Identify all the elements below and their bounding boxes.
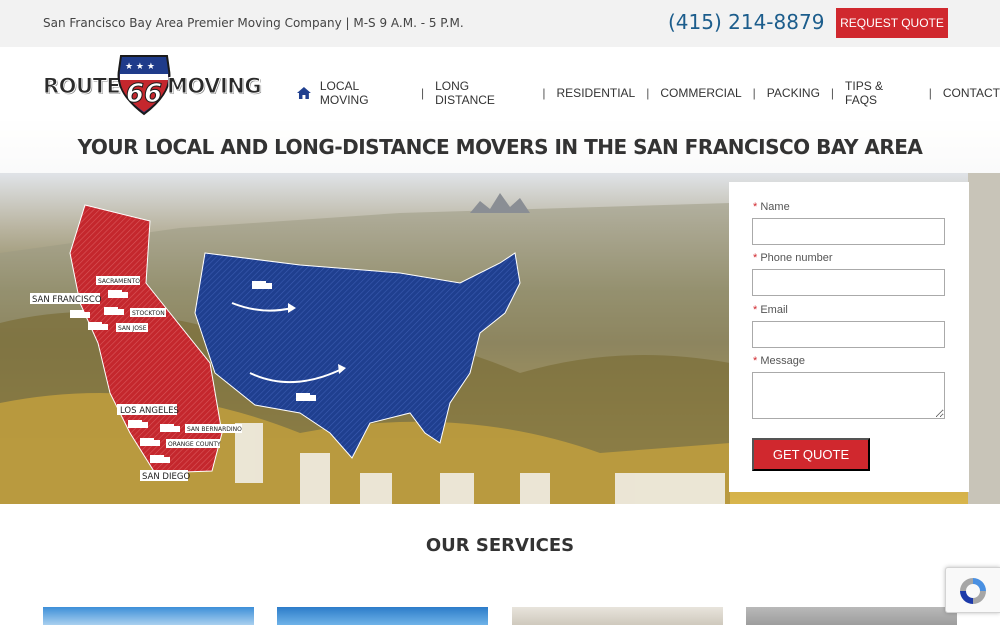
nav-separator: |: [542, 86, 546, 100]
nav-separator: |: [928, 86, 932, 100]
map-label-san-bernardino: SAN BERNARDINO: [187, 426, 242, 433]
message-field[interactable]: [752, 372, 945, 419]
required-marker: *: [753, 355, 758, 367]
city-skyline: [470, 193, 530, 213]
request-quote-button[interactable]: REQUEST QUOTE: [836, 8, 948, 38]
phone-number-link[interactable]: (415) 214-8879: [668, 10, 824, 34]
route-66-moving-logo[interactable]: ROUTE ★ ★ ★ 66 MOVING: [42, 52, 262, 116]
route-66-shield-icon: ★ ★ ★ 66: [117, 55, 171, 116]
required-marker: *: [753, 304, 758, 316]
service-card-image[interactable]: [277, 607, 488, 625]
svg-text:★ ★ ★: ★ ★ ★: [125, 62, 155, 72]
logo-text-right: MOVING: [166, 74, 262, 99]
phone-field[interactable]: [752, 269, 945, 296]
company-tagline: San Francisco Bay Area Premier Moving Co…: [43, 16, 464, 30]
quote-form: * Name * Phone number * Email * Message …: [729, 182, 969, 492]
phone-label: * Phone number: [753, 252, 833, 264]
home-icon[interactable]: [297, 87, 311, 99]
nav-tips-faqs[interactable]: TIPS & FAQS: [845, 79, 918, 107]
message-label: * Message: [753, 355, 805, 367]
recaptcha-badge[interactable]: [945, 567, 1000, 613]
service-card-image[interactable]: [512, 607, 723, 625]
map-label-orange-county: ORANGE COUNTY: [168, 441, 221, 448]
main-navigation: LOCAL MOVING | LONG DISTANCE | RESIDENTI…: [297, 79, 1000, 107]
nav-separator: |: [421, 86, 425, 100]
recaptcha-icon: [960, 578, 986, 604]
phone-label-text: Phone number: [760, 252, 833, 264]
email-label: * Email: [753, 304, 788, 316]
map-label-los-angeles: LOS ANGELES: [120, 406, 179, 416]
nav-separator: |: [830, 86, 835, 100]
name-field[interactable]: [752, 218, 945, 245]
nav-separator: |: [646, 86, 650, 100]
nav-contact[interactable]: CONTACT: [943, 86, 1000, 100]
email-label-text: Email: [760, 304, 788, 316]
service-card-image[interactable]: [746, 607, 957, 625]
hero-title: YOUR LOCAL AND LONG-DISTANCE MOVERS IN T…: [77, 135, 923, 159]
nav-long-distance[interactable]: LONG DISTANCE: [435, 79, 531, 107]
get-quote-button[interactable]: GET QUOTE: [752, 438, 870, 471]
nav-packing[interactable]: PACKING: [767, 86, 820, 100]
map-label-san-diego: SAN DIEGO: [142, 472, 190, 482]
nav-separator: |: [752, 86, 756, 100]
map-label-san-francisco: SAN FRANCISCO: [32, 295, 102, 305]
map-label-stockton: STOCKTON: [132, 310, 165, 317]
map-label-sacramento: SACRAMENTO: [98, 278, 140, 285]
required-marker: *: [753, 201, 758, 213]
main-header: ROUTE ★ ★ ★ 66 MOVING LOCAL MOVING | LON…: [0, 47, 1000, 121]
message-label-text: Message: [760, 355, 805, 367]
required-marker: *: [753, 252, 758, 264]
name-label: * Name: [753, 201, 790, 213]
map-label-san-jose: SAN JOSE: [118, 325, 147, 332]
nav-local-moving[interactable]: LOCAL MOVING: [320, 79, 410, 107]
email-field[interactable]: [752, 321, 945, 348]
nav-commercial[interactable]: COMMERCIAL: [660, 86, 741, 100]
service-card-image[interactable]: [43, 607, 254, 625]
logo-text-left: ROUTE: [42, 74, 121, 99]
logo-number: 66: [126, 79, 162, 109]
top-bar: San Francisco Bay Area Premier Moving Co…: [0, 0, 1000, 47]
nav-residential[interactable]: RESIDENTIAL: [557, 86, 636, 100]
name-label-text: Name: [760, 201, 790, 213]
services-heading: OUR SERVICES: [425, 535, 575, 556]
